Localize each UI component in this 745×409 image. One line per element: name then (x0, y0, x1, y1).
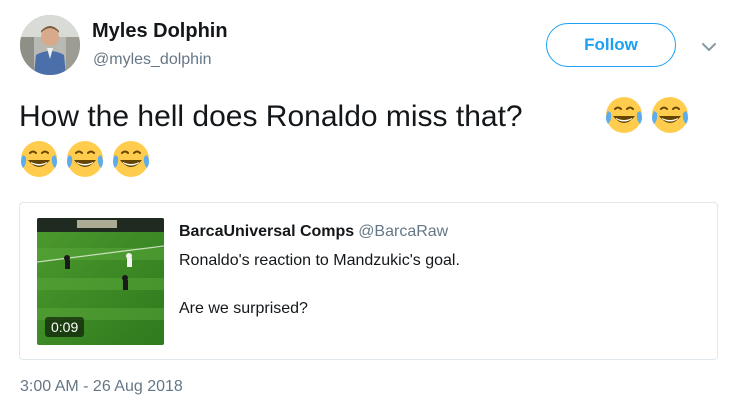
quoted-author-name[interactable]: BarcaUniversal Comps (179, 223, 354, 240)
tweet-timestamp[interactable]: 3:00 AM - 26 Aug 2018 (20, 378, 183, 396)
face-with-tears-of-joy-icon (110, 138, 152, 180)
quoted-tweet-header: BarcaUniversal Comps @BarcaRaw (179, 223, 448, 241)
face-with-tears-of-joy-icon (18, 138, 60, 180)
quoted-author-handle[interactable]: @BarcaRaw (358, 223, 448, 240)
follow-button[interactable]: Follow (546, 23, 676, 67)
face-with-tears-of-joy-icon (649, 94, 691, 136)
quoted-tweet-line-1: Ronaldo's reaction to Mandzukic's goal. (179, 252, 460, 269)
quoted-tweet-body: Ronaldo's reaction to Mandzukic's goal. … (179, 249, 460, 321)
video-thumbnail[interactable]: 0:09 (37, 218, 164, 345)
author-handle[interactable]: @myles_dolphin (93, 51, 212, 69)
face-with-tears-of-joy-icon (603, 94, 645, 136)
emoji-row-2 (18, 138, 152, 180)
emoji-row-1 (603, 94, 691, 136)
author-name[interactable]: Myles Dolphin (92, 20, 228, 43)
avatar[interactable] (20, 15, 80, 75)
avatar-photo (20, 15, 80, 75)
face-with-tears-of-joy-icon (64, 138, 106, 180)
chevron-down-icon[interactable] (698, 36, 720, 58)
quoted-tweet-card[interactable]: 0:09 BarcaUniversal Comps @BarcaRaw Ronal… (19, 202, 718, 360)
tweet-text-content: How the hell does Ronaldo miss that? (19, 100, 523, 133)
video-duration: 0:09 (45, 317, 85, 337)
quoted-tweet-line-2: Are we surprised? (179, 300, 308, 317)
